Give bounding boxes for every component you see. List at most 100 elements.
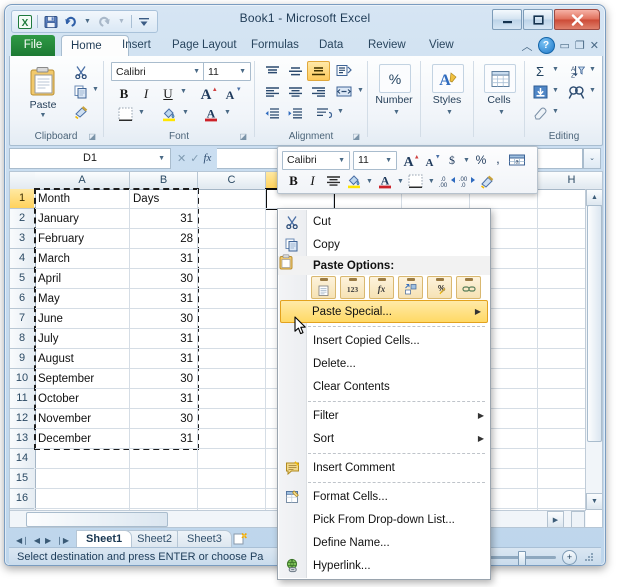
cancel-formula-icon[interactable]: ✕ (177, 152, 186, 165)
copy-dropdown-icon[interactable]: ▼ (90, 86, 101, 93)
tab-insert[interactable]: Insert (113, 35, 160, 56)
cell-a10[interactable]: September (38, 369, 127, 389)
sheet-tab-sheet3[interactable]: Sheet3 (176, 530, 232, 547)
mini-font-size-dropdown-icon[interactable]: ▼ (383, 157, 394, 164)
cell-a11[interactable]: October (38, 389, 127, 409)
zoom-in-button[interactable]: + (562, 549, 577, 565)
row-header-11[interactable]: 11 (10, 389, 34, 409)
mini-bold-icon[interactable]: B (284, 172, 303, 191)
mini-format-painter-icon[interactable] (477, 172, 499, 191)
styles-dropdown-icon[interactable]: ▼ (444, 109, 455, 116)
sort-filter-button[interactable]: A Z (564, 61, 588, 81)
sheet-tab-sheet2[interactable]: Sheet2 (127, 530, 182, 547)
insert-function-icon[interactable]: fx (203, 152, 211, 164)
scroll-right-button[interactable]: ▶ (547, 511, 564, 527)
number-format-button[interactable]: % (379, 64, 411, 93)
font-color-dropdown-icon[interactable]: ▼ (222, 109, 233, 116)
zoom-slider-thumb[interactable] (518, 550, 526, 565)
tab-data[interactable]: Data (310, 35, 352, 56)
tab-page-layout[interactable]: Page Layout (163, 35, 246, 56)
mini-percent-style-icon[interactable]: % (472, 151, 490, 170)
fill-button[interactable] (529, 82, 551, 102)
column-header-h[interactable]: H (538, 172, 602, 188)
mini-font-color-icon[interactable]: A (375, 172, 395, 191)
cell-a5[interactable]: April (38, 269, 127, 289)
row-header-13[interactable]: 13 (10, 429, 34, 449)
doc-close-icon[interactable]: ✕ (590, 39, 599, 52)
sort-filter-dropdown-icon[interactable]: ▼ (587, 66, 598, 73)
mini-shrink-font-icon[interactable]: A (422, 151, 443, 170)
grow-font-button[interactable]: A (197, 82, 221, 104)
clear-button[interactable] (529, 103, 551, 123)
ribbon-collapse-icon[interactable]: ︿ (522, 38, 533, 54)
menu-paste-special[interactable]: Paste Special... ▶ (280, 300, 488, 323)
merge-dropdown-icon[interactable]: ▼ (355, 87, 366, 94)
menu-pick-from-dropdown[interactable]: Pick From Drop-down List... (278, 508, 490, 531)
row-header-15[interactable]: 15 (10, 469, 34, 489)
mini-font-name-combo[interactable]: Calibri ▼ (282, 150, 350, 170)
first-sheet-button[interactable]: ◀❘ (16, 536, 29, 545)
cell-b1[interactable]: Days (130, 189, 196, 209)
mini-increase-decimal-icon[interactable]: .0 .00 (437, 172, 457, 191)
menu-copy[interactable]: Copy (278, 233, 490, 256)
row-header-16[interactable]: 16 (10, 489, 34, 509)
cell-a4[interactable]: March (38, 249, 127, 269)
increase-indent-icon[interactable] (284, 103, 307, 123)
column-header-a[interactable]: A (35, 172, 130, 188)
cells-button[interactable] (484, 64, 516, 93)
mini-italic-icon[interactable]: I (303, 172, 322, 191)
cell-a8[interactable]: July (38, 329, 127, 349)
column-header-b[interactable]: B (130, 172, 198, 188)
row-header-7[interactable]: 7 (10, 309, 34, 329)
number-dropdown-icon[interactable]: ▼ (391, 109, 402, 116)
mini-grow-font-icon[interactable]: A (401, 151, 422, 170)
mini-borders-icon[interactable] (406, 172, 426, 191)
cell-b6[interactable]: 31 (130, 289, 193, 309)
italic-button[interactable]: I (135, 83, 157, 104)
cell-b2[interactable]: 31 (130, 209, 193, 229)
find-select-button[interactable] (564, 82, 588, 102)
row-header-10[interactable]: 10 (10, 369, 34, 389)
align-top-icon[interactable] (261, 61, 284, 81)
orientation-icon[interactable] (332, 61, 356, 81)
cell-b12[interactable]: 30 (130, 409, 193, 429)
fill-dropdown-icon[interactable]: ▼ (550, 87, 561, 94)
menu-delete[interactable]: Delete... (278, 352, 490, 375)
cell-b10[interactable]: 30 (130, 369, 193, 389)
merge-center-icon[interactable] (332, 82, 356, 102)
zoom-slider[interactable] (486, 550, 556, 565)
wrap-text-icon[interactable] (312, 103, 336, 123)
font-color-button[interactable]: A (199, 104, 223, 124)
mini-comma-style-icon[interactable]: , (490, 151, 506, 170)
menu-hyperlink[interactable]: Hyperlink... (278, 554, 490, 577)
paste-link-icon[interactable] (456, 276, 481, 299)
next-sheet-button[interactable]: ▶ (45, 536, 51, 545)
paste-dropdown-icon[interactable]: ▼ (38, 112, 49, 119)
cell-a9[interactable]: August (38, 349, 127, 369)
mini-fill-color-dropdown-icon[interactable]: ▼ (364, 178, 375, 185)
borders-dropdown-icon[interactable]: ▼ (136, 109, 147, 116)
shrink-font-button[interactable]: A (221, 82, 245, 104)
cell-a7[interactable]: June (38, 309, 127, 329)
sheet-tab-sheet1[interactable]: Sheet1 (76, 530, 133, 547)
tab-view[interactable]: View (420, 35, 463, 56)
paste-values-icon[interactable]: 123 (340, 276, 365, 299)
font-size-dropdown-icon[interactable]: ▼ (237, 68, 248, 75)
menu-sort[interactable]: Sort ▶ (278, 427, 490, 450)
styles-button[interactable]: A (432, 64, 464, 93)
font-size-combo[interactable]: 11 ▼ (203, 62, 251, 81)
cell-a13[interactable]: December (38, 429, 127, 449)
column-header-c[interactable]: C (198, 172, 266, 188)
paste-all-icon[interactable] (311, 276, 336, 299)
fill-color-button[interactable] (157, 104, 181, 124)
minimize-button[interactable] (492, 9, 522, 30)
row-header-5[interactable]: 5 (10, 269, 34, 289)
menu-define-name[interactable]: Define Name... (278, 531, 490, 554)
cell-b3[interactable]: 28 (130, 229, 193, 249)
split-handle[interactable] (571, 511, 585, 527)
expand-formula-bar-icon[interactable]: ⌄ (583, 147, 601, 169)
row-header-3[interactable]: 3 (10, 229, 34, 249)
bold-button[interactable]: B (113, 83, 135, 104)
mini-accounting-dropdown-icon[interactable]: ▼ (461, 157, 472, 164)
row-header-8[interactable]: 8 (10, 329, 34, 349)
